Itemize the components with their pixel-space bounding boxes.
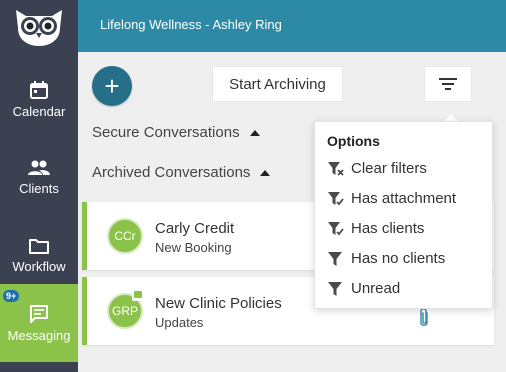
new-conversation-button[interactable]: +	[92, 66, 132, 106]
sidebar: Calendar Clients Workflow 9+ Messaging	[0, 0, 78, 372]
filter-has-no-clients[interactable]: Has no clients	[327, 250, 445, 267]
filter-option-label: Has clients	[351, 220, 425, 237]
sidebar-item-label: Calendar	[12, 103, 66, 119]
filter-check-icon	[328, 191, 344, 205]
filter-has-attachment[interactable]: Has attachment	[327, 190, 456, 207]
calendar-icon	[30, 80, 48, 99]
sidebar-item-messaging[interactable]: 9+ Messaging	[0, 284, 78, 362]
section-label: Secure Conversations	[92, 124, 240, 141]
section-label: Archived Conversations	[92, 164, 251, 181]
filter-clear-filters[interactable]: Clear filters	[327, 160, 427, 177]
filter-menu: Options Clear filters Has attachment Has…	[314, 121, 493, 309]
page-title: Lifelong Wellness - Ashley Ring	[100, 17, 282, 32]
filter-icon	[328, 251, 342, 266]
sidebar-item-calendar[interactable]: Calendar	[0, 60, 78, 138]
filter-has-clients[interactable]: Has clients	[327, 220, 424, 237]
message-icon	[30, 304, 48, 323]
filter-option-label: Unread	[351, 280, 401, 297]
filter-unread[interactable]: Unread	[327, 280, 400, 297]
top-header: Lifelong Wellness - Ashley Ring	[78, 0, 506, 52]
sidebar-item-clients[interactable]: Clients	[0, 138, 78, 216]
folder-icon	[29, 238, 49, 254]
filter-clear-icon	[328, 161, 344, 176]
filter-button[interactable]	[424, 66, 472, 102]
start-archiving-button[interactable]: Start Archiving	[212, 66, 343, 102]
filter-check-icon	[328, 221, 344, 235]
secure-conversations-toggle[interactable]: Secure Conversations	[92, 124, 260, 141]
filter-icon	[328, 281, 342, 296]
sidebar-item-workflow[interactable]: Workflow	[0, 216, 78, 294]
filter-option-label: Has attachment	[351, 190, 457, 207]
avatar: CCr	[107, 218, 143, 254]
sidebar-item-label: Clients	[19, 180, 59, 196]
filter-option-label: Clear filters	[351, 160, 427, 177]
archived-conversations-toggle[interactable]: Archived Conversations	[92, 164, 271, 181]
sidebar-item-label: Workflow	[12, 258, 66, 274]
filter-option-label: Has no clients	[351, 250, 446, 267]
caret-up-icon	[260, 169, 271, 176]
group-chat-icon	[132, 289, 144, 301]
conversation-name: New Clinic Policies	[155, 295, 282, 312]
filter-menu-title: Options	[327, 133, 380, 149]
unread-badge: 9+	[3, 290, 20, 302]
owl-logo[interactable]	[0, 0, 78, 52]
sidebar-item-label: Messaging	[7, 327, 71, 343]
conversation-subtitle: New Booking	[155, 240, 232, 255]
paperclip-icon	[420, 308, 428, 326]
conversation-name: Carly Credit	[155, 220, 235, 237]
caret-up-icon	[249, 129, 260, 136]
people-icon	[28, 160, 50, 175]
filter-lines-icon	[439, 78, 457, 90]
conversation-subtitle: Updates	[155, 315, 204, 330]
